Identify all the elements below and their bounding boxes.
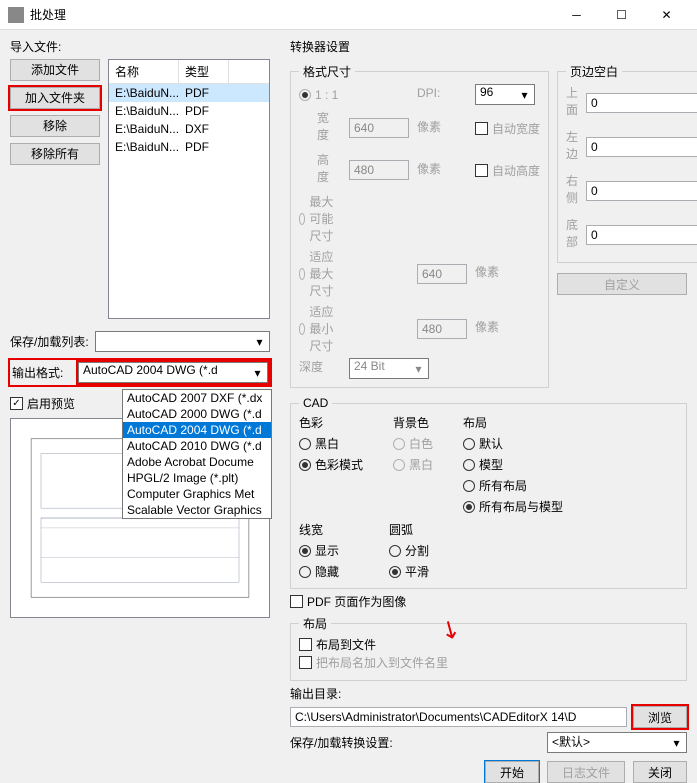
colormode-radio[interactable]: 色彩模式 bbox=[299, 456, 363, 473]
fit-min-radio[interactable]: 适应最小尺寸 bbox=[299, 303, 341, 354]
start-button[interactable]: 开始 bbox=[485, 761, 539, 783]
maximize-button[interactable]: ☐ bbox=[599, 0, 644, 30]
depth-combo[interactable]: 24 Bit▾ bbox=[349, 358, 429, 379]
layout-to-file-checkbox[interactable]: 布局到文件 bbox=[299, 636, 376, 653]
dropdown-item[interactable]: AutoCAD 2000 DWG (*.d bbox=[123, 406, 271, 422]
dropdown-item[interactable]: Computer Graphics Met bbox=[123, 486, 271, 502]
lw-hide-radio[interactable]: 隐藏 bbox=[299, 563, 339, 580]
save-load-list-label: 保存/加载列表: bbox=[10, 333, 89, 350]
margin-right-input[interactable] bbox=[586, 181, 697, 201]
custom-button[interactable]: 自定义 bbox=[557, 273, 687, 295]
close-button[interactable]: ✕ bbox=[644, 0, 689, 30]
output-format-label: 输出格式: bbox=[12, 364, 72, 381]
chevron-down-icon: ▾ bbox=[252, 334, 267, 349]
save-load-conv-label: 保存/加载转换设置: bbox=[290, 734, 393, 751]
layout-all-model-radio[interactable]: 所有布局与模型 bbox=[463, 498, 563, 515]
table-row[interactable]: E:\BaiduN...PDF bbox=[109, 84, 269, 102]
arc-split-radio[interactable]: 分割 bbox=[389, 542, 429, 559]
lw-show-radio[interactable]: 显示 bbox=[299, 542, 339, 559]
col-name[interactable]: 名称 bbox=[109, 60, 179, 83]
dpi-combo[interactable]: 96▾ bbox=[475, 84, 535, 105]
dropdown-item[interactable]: AutoCAD 2004 DWG (*.d bbox=[123, 422, 271, 438]
margin-bottom-input[interactable] bbox=[586, 225, 697, 245]
conv-settings-combo[interactable]: <默认>▾ bbox=[547, 732, 687, 753]
app-icon bbox=[8, 7, 24, 23]
col-type[interactable]: 类型 bbox=[179, 60, 229, 83]
add-folder-button[interactable]: 加入文件夹 bbox=[10, 87, 100, 109]
margin-top-input[interactable] bbox=[586, 93, 697, 113]
table-row[interactable]: E:\BaiduN...PDF bbox=[109, 102, 269, 120]
max-possible-radio[interactable]: 最大可能尺寸 bbox=[299, 193, 341, 244]
layout-model-radio[interactable]: 模型 bbox=[463, 456, 563, 473]
titlebar: 批处理 ─ ☐ ✕ bbox=[0, 0, 697, 30]
arc-smooth-radio[interactable]: 平滑 bbox=[389, 563, 429, 580]
bw-radio[interactable]: 黑白 bbox=[299, 435, 363, 452]
fit-max-radio[interactable]: 适应最大尺寸 bbox=[299, 248, 341, 299]
white-radio[interactable]: 白色 bbox=[393, 435, 433, 452]
format-dropdown[interactable]: AutoCAD 2007 DXF (*.dx AutoCAD 2000 DWG … bbox=[122, 389, 272, 519]
dropdown-item[interactable]: Adobe Acrobat Docume bbox=[123, 454, 271, 470]
output-format-combo[interactable]: AutoCAD 2004 DWG (*.d ▾ bbox=[78, 362, 268, 383]
add-file-button[interactable]: 添加文件 bbox=[10, 59, 100, 81]
output-dir-input[interactable] bbox=[290, 707, 627, 727]
table-row[interactable]: E:\BaiduN...DXF bbox=[109, 120, 269, 138]
dropdown-item[interactable]: HPGL/2 Image (*.plt) bbox=[123, 470, 271, 486]
layout-all-radio[interactable]: 所有布局 bbox=[463, 477, 563, 494]
output-dir-label: 输出目录: bbox=[290, 685, 341, 702]
save-load-list-combo[interactable]: ▾ bbox=[95, 331, 270, 352]
pdf-as-image-checkbox[interactable]: PDF 页面作为图像 bbox=[290, 593, 406, 610]
dropdown-item[interactable]: AutoCAD 2007 DXF (*.dx bbox=[123, 390, 271, 406]
minimize-button[interactable]: ─ bbox=[554, 0, 599, 30]
cad-group: CAD 色彩 黑白 色彩模式 背景色 白色 黑白 布局 默认 模型 所有布局 bbox=[290, 396, 687, 589]
add-layout-name-checkbox[interactable]: 把布局名加入到文件名里 bbox=[299, 654, 448, 671]
auto-height-checkbox[interactable]: 自动高度 bbox=[475, 162, 540, 179]
format-size-group: 格式尺寸 1 : 1 DPI: 96▾ 宽度 像素 自动宽度 高度 像素 自动高… bbox=[290, 63, 549, 388]
layout-default-radio[interactable]: 默认 bbox=[463, 435, 563, 452]
layout-output-group: 布局 布局到文件 把布局名加入到文件名里 bbox=[290, 615, 687, 681]
chevron-down-icon: ▾ bbox=[250, 365, 265, 380]
converter-title: 转换器设置 bbox=[290, 38, 687, 55]
bw-bg-radio[interactable]: 黑白 bbox=[393, 456, 433, 473]
auto-width-checkbox[interactable]: 自动宽度 bbox=[475, 120, 540, 137]
dropdown-item[interactable]: AutoCAD 2010 DWG (*.d bbox=[123, 438, 271, 454]
ratio-1-1-radio[interactable]: 1 : 1 bbox=[299, 88, 341, 102]
fit-min-input[interactable] bbox=[417, 319, 467, 339]
log-button[interactable]: 日志文件 bbox=[547, 761, 625, 783]
fit-max-input[interactable] bbox=[417, 264, 467, 284]
enable-preview-checkbox[interactable]: ✓启用预览 bbox=[10, 395, 75, 412]
height-input[interactable] bbox=[349, 160, 409, 180]
margins-group: 页边空白 上面 左边 右侧 底部 bbox=[557, 63, 697, 263]
window-title: 批处理 bbox=[30, 6, 554, 23]
dropdown-item[interactable]: Scalable Vector Graphics bbox=[123, 502, 271, 518]
file-list-header: 名称 类型 bbox=[109, 60, 269, 84]
file-list[interactable]: 名称 类型 E:\BaiduN...PDF E:\BaiduN...PDF E:… bbox=[108, 59, 270, 319]
margin-left-input[interactable] bbox=[586, 137, 697, 157]
close-dialog-button[interactable]: 关闭 bbox=[633, 761, 687, 783]
remove-button[interactable]: 移除 bbox=[10, 115, 100, 137]
table-row[interactable]: E:\BaiduN...PDF bbox=[109, 138, 269, 156]
import-label: 导入文件: bbox=[10, 38, 270, 55]
browse-button[interactable]: 浏览 bbox=[633, 706, 687, 728]
width-input[interactable] bbox=[349, 118, 409, 138]
remove-all-button[interactable]: 移除所有 bbox=[10, 143, 100, 165]
